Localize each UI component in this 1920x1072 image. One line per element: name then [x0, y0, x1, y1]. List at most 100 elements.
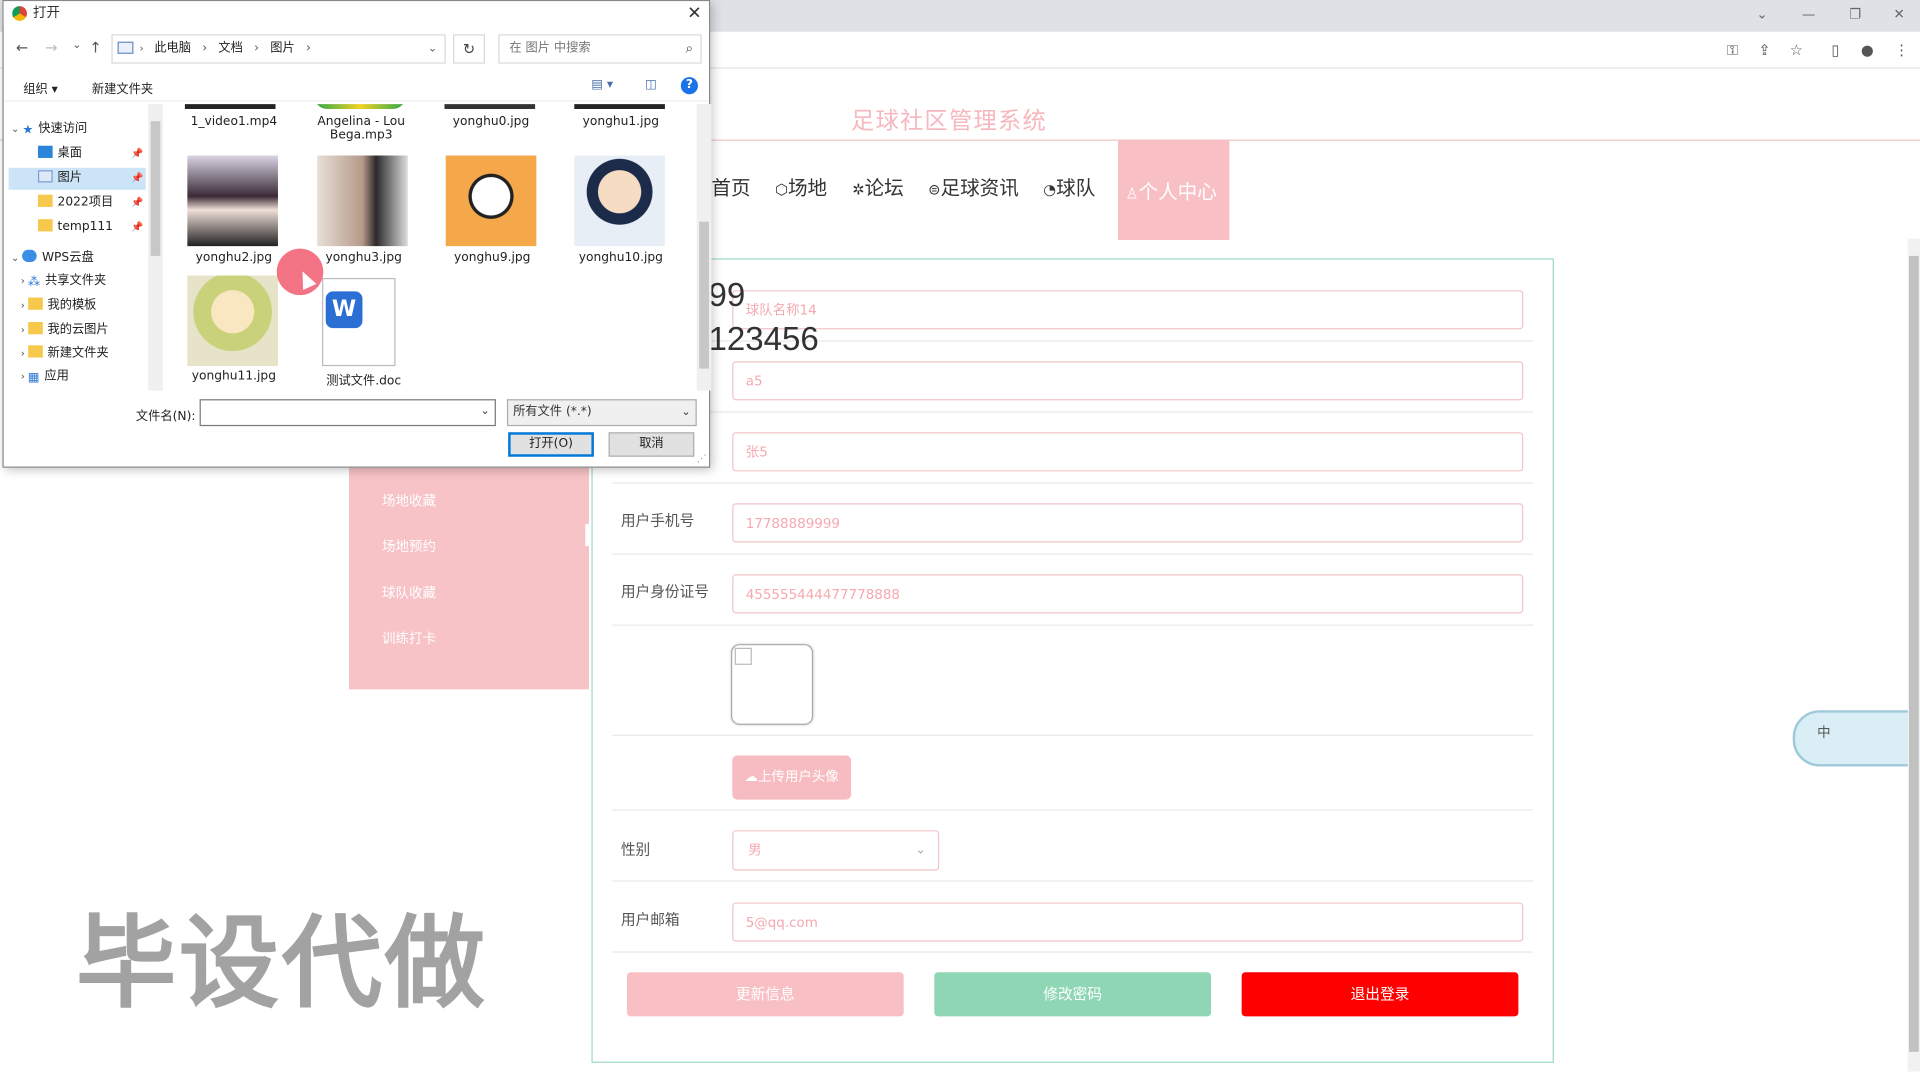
team-name-field[interactable] [732, 290, 1524, 330]
tree-new-folder[interactable]: › 新建文件夹 [21, 343, 109, 365]
file-item[interactable]: yonghu1.jpg [560, 115, 682, 128]
tree-pictures[interactable]: 图片 [37, 168, 82, 190]
filetype-value: 所有文件 (*.*) [513, 405, 592, 419]
preview-pane-icon[interactable]: ◫ [645, 78, 657, 91]
change-password-button[interactable]: 修改密码 [934, 972, 1212, 1017]
menu-icon[interactable]: ⋮ [1891, 39, 1913, 61]
file-item[interactable]: yonghu2.jpg [173, 251, 295, 264]
view-options-icon[interactable]: ▤ ▾ [591, 78, 613, 91]
file-scrollbar[interactable] [696, 104, 712, 391]
up-icon[interactable]: ↑ [89, 39, 101, 56]
account-field[interactable] [732, 361, 1524, 401]
side-item-venue-booking[interactable]: 场地预约 [382, 536, 436, 556]
tree-scrollbar[interactable] [148, 104, 163, 391]
row-divider [612, 734, 1534, 736]
file-item[interactable]: yonghu11.jpg [173, 370, 295, 383]
help-icon[interactable]: ? [680, 77, 698, 95]
page-scrollbar-thumb[interactable] [1908, 255, 1919, 1052]
nav-news[interactable]: ⊜足球资讯 [928, 171, 1019, 200]
profile-icon[interactable]: ● [1856, 39, 1878, 61]
file-item[interactable]: 1_video1.mp4 [173, 115, 295, 128]
nav-profile[interactable]: ♙个人中心 [1117, 139, 1230, 241]
tree-temp[interactable]: temp111 [37, 217, 113, 239]
star-icon[interactable]: ☆ [1785, 39, 1807, 61]
side-item-training[interactable]: 训练打卡 [382, 628, 436, 648]
nav-team[interactable]: ◔球队 [1043, 171, 1095, 200]
side-item-venue-fav[interactable]: 场地收藏 [382, 491, 436, 511]
tree-templates-label: 我的模板 [47, 298, 97, 313]
nav-home[interactable]: 首页 [711, 171, 750, 200]
avatar-preview[interactable] [731, 644, 814, 725]
filename-input[interactable]: ⌄ [199, 399, 496, 427]
tab-search-icon[interactable]: ⌄ [1744, 2, 1781, 26]
tree-quick-access[interactable]: ⌄ ★ 快速访问 [11, 119, 87, 141]
organize-button[interactable]: 组织 ▾ [23, 78, 58, 96]
folder-icon [37, 219, 53, 232]
forward-icon[interactable]: → [45, 39, 57, 56]
file-item[interactable]: Angelina - Lou Bega.mp3 [300, 115, 422, 142]
filetype-select[interactable]: 所有文件 (*.*) ⌄ [506, 399, 697, 427]
email-field[interactable] [732, 902, 1524, 942]
chevron-down-icon[interactable]: ⌄ [428, 36, 437, 63]
close-window-button[interactable]: ✕ [1881, 2, 1918, 26]
tree-templates[interactable]: › 我的模板 [21, 295, 97, 317]
tree-temp-label: temp111 [57, 220, 113, 234]
new-folder-button[interactable]: 新建文件夹 [92, 78, 153, 96]
file-item[interactable]: yonghu9.jpg [431, 251, 553, 264]
nav-venue[interactable]: ⬡场地 [775, 171, 827, 200]
page-scrollbar[interactable] [1907, 238, 1920, 1072]
tree-new-folder-label: 新建文件夹 [47, 346, 109, 361]
dialog-search-input[interactable]: 在 图片 中搜索 ⌕ [498, 34, 702, 64]
logout-button[interactable]: 退出登录 [1241, 972, 1519, 1017]
folder-icon [27, 345, 43, 358]
side-item-team-fav[interactable]: 球队收藏 [382, 583, 436, 603]
tree-scrollbar-thumb[interactable] [150, 121, 161, 256]
tree-cloud-pics-label: 我的云图片 [47, 323, 109, 337]
file-item[interactable]: 测试文件.doc [302, 370, 424, 388]
tree-apps[interactable]: › ▦ 应用 [21, 366, 69, 388]
file-item[interactable]: yonghu10.jpg [560, 251, 682, 264]
restore-button[interactable]: ❐ [1837, 2, 1874, 26]
name-field[interactable] [732, 432, 1524, 472]
sidebar-collapse-handle[interactable] [585, 524, 589, 547]
tree-project[interactable]: 2022项目 [37, 192, 113, 214]
nav-forum-label: 论坛 [864, 176, 904, 200]
idcard-field[interactable] [732, 574, 1524, 614]
breadcrumb-docs[interactable]: 文档 [218, 42, 242, 55]
cancel-button[interactable]: 取消 [608, 432, 695, 457]
floating-ime-widget[interactable]: 中 [1792, 710, 1920, 767]
update-info-button[interactable]: 更新信息 [626, 972, 904, 1017]
breadcrumb-sep-icon: › [139, 42, 144, 54]
back-icon[interactable]: ← [16, 39, 28, 56]
tree-cloud-pics[interactable]: › 我的云图片 [21, 320, 109, 342]
file-scrollbar-thumb[interactable] [699, 221, 709, 369]
file-grid: 1_video1.mp4 Angelina - Lou Bega.mp3 yon… [168, 104, 697, 391]
chevron-down-icon[interactable]: ⌄ [481, 405, 490, 417]
resize-grip-icon[interactable]: ⋰ [697, 453, 707, 464]
close-icon[interactable]: ✕ [687, 1, 701, 25]
upload-avatar-button[interactable]: ☁上传用户头像 [732, 755, 852, 800]
breadcrumb-pictures[interactable]: 图片 [270, 42, 294, 55]
tree-shared[interactable]: › ⁂ 共享文件夹 [21, 271, 106, 293]
breadcrumb-pc[interactable]: 此电脑 [154, 42, 191, 55]
row-divider [612, 411, 1534, 413]
recent-chevron-icon[interactable]: ⌄ [72, 39, 81, 51]
refresh-button[interactable]: ↻ [453, 34, 485, 64]
tree-wps[interactable]: ⌄ WPS云盘 [11, 247, 94, 269]
tree-desktop[interactable]: 桌面 [37, 143, 82, 165]
gender-label: 性别 [620, 841, 651, 859]
open-button[interactable]: 打开(O) [508, 432, 594, 457]
sidebar-icon[interactable]: ▯ [1825, 39, 1847, 61]
row-divider [612, 809, 1534, 811]
key-icon[interactable]: ⚿ [1722, 39, 1744, 61]
gender-value: 男 [748, 842, 762, 859]
share-icon[interactable]: ⇪ [1753, 39, 1775, 61]
gender-select[interactable]: 男 ⌄ [732, 830, 940, 871]
phone-field[interactable] [732, 503, 1524, 543]
file-item[interactable]: yonghu0.jpg [430, 115, 552, 128]
screen: ⌄ — ❐ ✕ ⚿ ⇪ ☆ ▯ ● ⋮ 足球社区管理系统 首页 ⬡场地 ✲论坛 … [0, 0, 1920, 1072]
nav-forum[interactable]: ✲论坛 [852, 171, 904, 200]
address-bar[interactable]: › 此电脑 › 文档 › 图片 › ⌄ [111, 34, 446, 64]
watermark-big: 毕设代做 [75, 906, 488, 1023]
minimize-button[interactable]: — [1790, 2, 1827, 26]
